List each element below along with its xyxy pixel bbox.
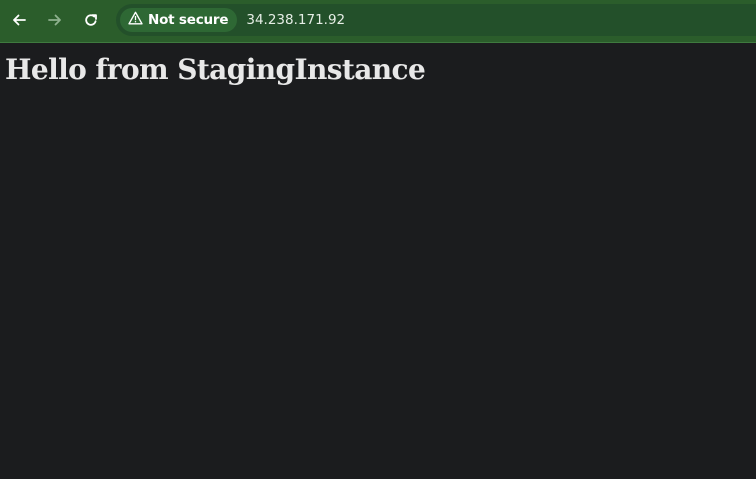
reload-button[interactable]: [77, 6, 105, 34]
url-text[interactable]: 34.238.171.92: [246, 12, 345, 28]
security-label: Not secure: [148, 12, 229, 28]
security-status-chip[interactable]: Not secure: [120, 8, 238, 32]
warning-triangle-icon: [128, 11, 143, 30]
forward-button[interactable]: [41, 6, 69, 34]
page-content: Hello from StagingInstance: [0, 44, 756, 479]
back-button[interactable]: [5, 6, 33, 34]
address-bar[interactable]: Not secure 34.238.171.92: [116, 4, 756, 36]
browser-toolbar: Not secure 34.238.171.92: [0, 0, 756, 43]
page-heading: Hello from StagingInstance: [5, 53, 426, 86]
arrow-right-icon: [47, 12, 63, 28]
arrow-left-icon: [11, 12, 27, 28]
reload-icon: [83, 12, 99, 28]
